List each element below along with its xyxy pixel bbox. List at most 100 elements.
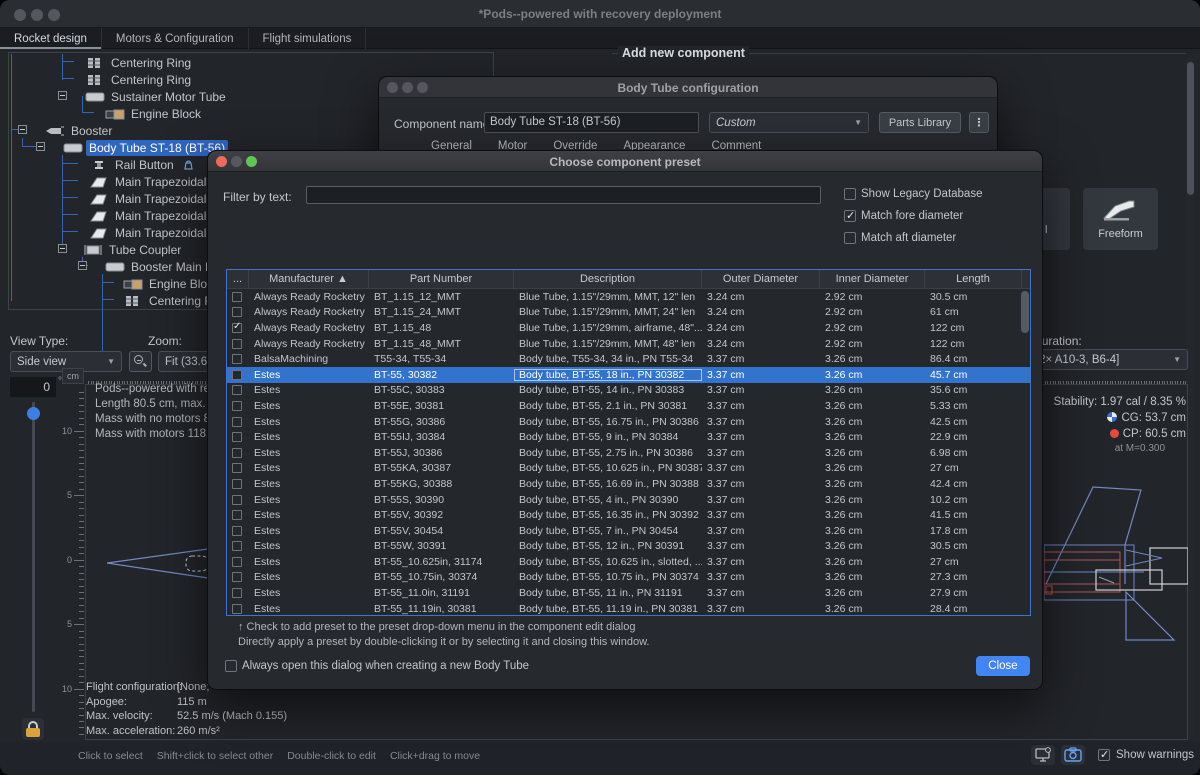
- preset-table-row[interactable]: EstesBT-55W, 30391Body tube, BT-55, 12 i…: [227, 539, 1030, 555]
- kebab-menu-button[interactable]: ⋮: [969, 112, 989, 133]
- tab-flight-simulations[interactable]: Flight simulations: [249, 28, 367, 49]
- column-header-manufacturer[interactable]: Manufacturer ▲: [249, 270, 369, 288]
- stability-value: Stability: 1.97 cal / 8.35 %: [1046, 396, 1186, 408]
- cell: Blue Tube, 1.15"/29mm, MMT, 48" len: [514, 338, 702, 350]
- tree-item-centering-ring[interactable]: Centering Ring: [9, 54, 492, 71]
- preset-table-row[interactable]: EstesBT-55S, 30390Body tube, BT-55, 4 in…: [227, 492, 1030, 508]
- preset-table-row[interactable]: EstesBT-55_11.0in, 31191Body tube, BT-55…: [227, 585, 1030, 601]
- preset-table-row[interactable]: Always Ready RocketryBT_1.15_48Blue Tube…: [227, 320, 1030, 336]
- column-header-outer-diameter[interactable]: Outer Diameter: [702, 270, 820, 288]
- preset-table-row[interactable]: EstesBT-55KG, 30388Body tube, BT-55, 16.…: [227, 476, 1030, 492]
- preset-table-row[interactable]: Always Ready RocketryBT_1.15_24_MMTBlue …: [227, 305, 1030, 321]
- always-open-checkbox[interactable]: [225, 660, 237, 672]
- preset-table-row[interactable]: EstesBT-55_10.75in, 30374Body tube, BT-5…: [227, 570, 1030, 586]
- show-warnings-checkbox[interactable]: [1098, 749, 1110, 761]
- row-checkbox[interactable]: [232, 401, 242, 411]
- checkbox[interactable]: [844, 232, 856, 244]
- row-checkbox[interactable]: [232, 307, 242, 317]
- tree-expander-collapse[interactable]: [58, 244, 67, 253]
- tab-motors-configuration[interactable]: Motors & Configuration: [102, 28, 249, 49]
- checkbox[interactable]: [844, 210, 856, 222]
- row-checkbox[interactable]: [232, 432, 242, 442]
- preset-table-row[interactable]: EstesBT-55IJ, 30384Body tube, BT-55, 9 i…: [227, 429, 1030, 445]
- row-checkbox[interactable]: [232, 572, 242, 582]
- row-checkbox[interactable]: [232, 339, 242, 349]
- freeform-fin-button[interactable]: Freeform: [1083, 188, 1158, 250]
- preset-table-row[interactable]: EstesBT-55V, 30392Body tube, BT-55, 16.3…: [227, 507, 1030, 523]
- preset-table-row[interactable]: EstesBT-55E, 30381Body tube, BT-55, 2.1 …: [227, 398, 1030, 414]
- tab-rocket-design[interactable]: Rocket design: [0, 28, 102, 49]
- status-bar: Click to selectShift+click to select oth…: [0, 742, 1200, 775]
- preset-table-row[interactable]: EstesBT-55C, 30383Body tube, BT-55, 14 i…: [227, 383, 1030, 399]
- preset-select[interactable]: Custom▼: [709, 112, 869, 133]
- cell: Estes: [249, 478, 369, 490]
- column-header-description[interactable]: Description: [514, 270, 702, 288]
- filter-input[interactable]: [306, 186, 821, 204]
- table-scrollbar-thumb[interactable]: [1021, 291, 1029, 333]
- row-checkbox[interactable]: [232, 479, 242, 489]
- preset-table-row[interactable]: EstesBT-55, 30382Body tube, BT-55, 18 in…: [227, 367, 1030, 383]
- row-checkbox[interactable]: [232, 463, 242, 473]
- row-checkbox[interactable]: [232, 510, 242, 520]
- cell: BT-55V, 30392: [369, 509, 514, 521]
- tree-expander-collapse[interactable]: [78, 261, 87, 270]
- row-checkbox[interactable]: [232, 495, 242, 505]
- row-checkbox[interactable]: [232, 604, 242, 614]
- column-header-length[interactable]: Length: [925, 270, 1022, 288]
- cell: 3.37 cm: [702, 369, 820, 381]
- rotation-slider-knob[interactable]: [27, 407, 40, 420]
- row-checkbox[interactable]: [232, 323, 242, 333]
- row-checkbox[interactable]: [232, 370, 242, 380]
- cell: 61 cm: [925, 306, 1022, 318]
- rotation-slider-track[interactable]: [32, 402, 35, 712]
- row-checkbox[interactable]: [232, 541, 242, 551]
- preset-table-row[interactable]: EstesBT-55V, 30454Body tube, BT-55, 7 in…: [227, 523, 1030, 539]
- cell: Body tube, BT-55, 11 in., PN 31191: [514, 587, 702, 599]
- row-checkbox[interactable]: [232, 417, 242, 427]
- lock-button[interactable]: [22, 718, 44, 740]
- checkbox[interactable]: [844, 188, 856, 200]
- screenshot-monitor-button[interactable]: [1031, 745, 1055, 765]
- chevron-down-icon: ▼: [107, 357, 115, 366]
- row-checkbox[interactable]: [232, 292, 242, 302]
- chevron-down-icon: ▼: [1173, 355, 1181, 364]
- centering-ring-icon: [123, 295, 143, 307]
- column-header-part-number[interactable]: Part Number: [369, 270, 514, 288]
- preset-table-row[interactable]: EstesBT-55_10.625in, 31174Body tube, BT-…: [227, 554, 1030, 570]
- camera-button[interactable]: [1061, 745, 1085, 765]
- cell: 3.26 cm: [820, 587, 925, 599]
- tree-expander-collapse[interactable]: [36, 142, 45, 151]
- row-checkbox[interactable]: [232, 354, 242, 364]
- preset-table-row[interactable]: BalsaMachiningT55-34, T55-34Body tube, T…: [227, 351, 1030, 367]
- row-checkbox[interactable]: [232, 448, 242, 458]
- cell: BT-55_11.0in, 31191: [369, 587, 514, 599]
- checkbox-label: Match aft diameter: [861, 232, 956, 244]
- preset-table-row[interactable]: Always Ready RocketryBT_1.15_12_MMTBlue …: [227, 289, 1030, 305]
- preset-table-row[interactable]: EstesBT-55_11.19in, 30381Body tube, BT-5…: [227, 601, 1030, 616]
- zoom-out-button[interactable]: [129, 351, 152, 372]
- row-checkbox[interactable]: [232, 385, 242, 395]
- preset-hint-1: ↑ Check to add preset to the preset drop…: [238, 621, 635, 633]
- preset-table-row[interactable]: Always Ready RocketryBT_1.15_48_MMTBlue …: [227, 336, 1030, 352]
- tree-expander-collapse[interactable]: [58, 91, 67, 100]
- column-header-inner-diameter[interactable]: Inner Diameter: [820, 270, 925, 288]
- parts-library-button[interactable]: Parts Library: [879, 112, 961, 133]
- window-scrollbar-thumb[interactable]: [1187, 62, 1194, 195]
- close-button[interactable]: Close: [976, 656, 1030, 676]
- row-checkbox[interactable]: [232, 557, 242, 567]
- row-checkbox[interactable]: [232, 588, 242, 598]
- preset-table-row[interactable]: EstesBT-55G, 30386Body tube, BT-55, 16.7…: [227, 414, 1030, 430]
- preset-table-body: Always Ready RocketryBT_1.15_12_MMTBlue …: [227, 289, 1030, 616]
- row-checkbox[interactable]: [232, 526, 242, 536]
- preset-table-row[interactable]: EstesBT-55J, 30386Body tube, BT-55, 2.75…: [227, 445, 1030, 461]
- cell: 3.37 cm: [702, 400, 820, 412]
- preset-table-row[interactable]: EstesBT-55KA, 30387Body tube, BT-55, 10.…: [227, 461, 1030, 477]
- engine-block-icon: [105, 108, 125, 120]
- tree-item-label: Centering Ring: [108, 72, 194, 88]
- component-name-input[interactable]: Body Tube ST-18 (BT-56): [484, 112, 699, 133]
- freeform-button-label: Freeform: [1083, 228, 1158, 240]
- cell: 2.92 cm: [820, 291, 925, 303]
- rotation-input[interactable]: 0: [10, 377, 56, 397]
- column-header-checkbox[interactable]: ...: [227, 270, 249, 288]
- tree-expander-collapse[interactable]: [18, 125, 27, 134]
